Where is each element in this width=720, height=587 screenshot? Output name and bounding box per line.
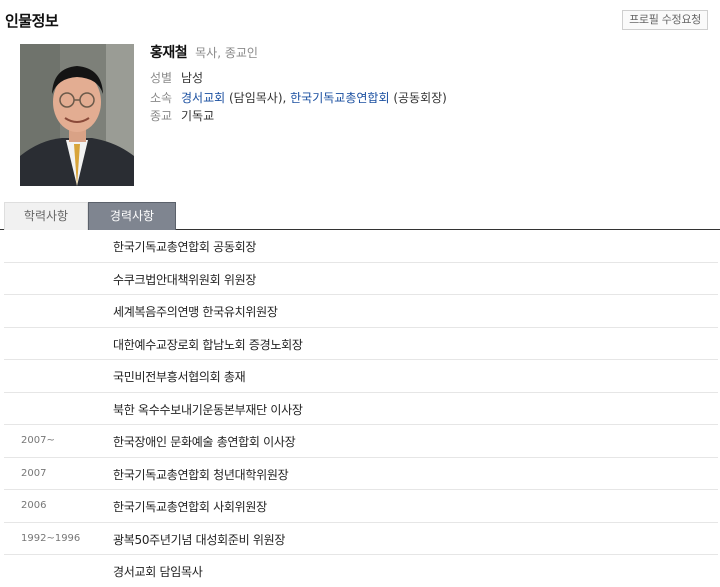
- career-text: 한국기독교총연합회 청년대학위원장: [113, 467, 289, 482]
- portrait-image: [20, 44, 134, 186]
- page-title: 인물정보: [5, 12, 59, 30]
- tab-career[interactable]: 경력사항: [88, 202, 176, 230]
- affiliation-row: 소속 경서교회 (담임목사), 한국기독교총연합회 (공동회장): [150, 89, 447, 106]
- career-row: 세계복음주의연맹 한국유치위원장: [4, 295, 718, 328]
- career-row: 2007 한국기독교총연합회 청년대학위원장: [4, 458, 718, 490]
- affiliation-label: 소속: [150, 91, 173, 105]
- gender-label: 성별: [150, 71, 173, 85]
- career-row: 한국기독교총연합회 공동회장: [4, 230, 718, 263]
- career-text: 세계복음주의연맹 한국유치위원장: [113, 305, 278, 319]
- career-row: 국민비전부흥서협의회 총재: [4, 360, 718, 393]
- header: 인물정보 프로필 수정요청: [0, 0, 720, 40]
- career-text: 국민비전부흥서협의회 총재: [113, 370, 246, 384]
- profile-tabs: 학력사항 경력사항: [0, 202, 720, 230]
- tab-education[interactable]: 학력사항: [4, 202, 88, 230]
- profile-edit-request-button[interactable]: 프로필 수정요청: [622, 10, 708, 30]
- career-list: 한국기독교총연합회 공동회장 수쿠크법안대책위원회 위원장 세계복음주의연맹 한…: [4, 230, 718, 587]
- career-text: 한국기독교총연합회 사회위원장: [113, 500, 267, 514]
- career-text: 광복50주년기념 대성회준비 위원장: [113, 532, 286, 547]
- career-text: 한국기독교총연합회 공동회장: [113, 240, 257, 254]
- career-row: 대한예수교장로회 합남노회 증경노회장: [4, 328, 718, 360]
- career-year: 2007~: [21, 435, 55, 446]
- career-row: 북한 옥수수보내기운동본부재단 이사장: [4, 393, 718, 425]
- career-text: 수쿠크법안대책위원회 위원장: [113, 272, 257, 287]
- affiliation-link-cck[interactable]: 한국기독교총연합회: [290, 91, 389, 105]
- affiliation-link-church[interactable]: 경서교회: [181, 91, 225, 105]
- profile-photo: [20, 44, 134, 186]
- career-year: 2006: [21, 500, 47, 511]
- career-row: 1992~1996 광복50주년기념 대성회준비 위원장: [4, 523, 718, 555]
- career-text: 경서교회 담임목사: [113, 565, 203, 579]
- career-row: 2006 한국기독교총연합회 사회위원장: [4, 490, 718, 523]
- gender-value: 남성: [181, 71, 204, 85]
- career-text: 북한 옥수수보내기운동본부재단 이사장: [113, 402, 303, 417]
- religion-row: 종교 기독교: [150, 107, 214, 124]
- affiliation-cck-role: (공동회장): [389, 91, 447, 105]
- person-name: 홍재철: [150, 45, 188, 61]
- career-row: 2007~ 한국장애인 문화예술 총연합회 이사장: [4, 425, 718, 458]
- career-row: 경서교회 담임목사: [4, 555, 718, 587]
- career-text: 대한예수교장로회 합남노회 증경노회장: [113, 337, 303, 352]
- career-year: 2007: [21, 467, 47, 479]
- religion-value: 기독교: [181, 109, 215, 123]
- gender-row: 성별 남성: [150, 69, 203, 86]
- religion-label: 종교: [150, 109, 173, 123]
- career-year: 1992~1996: [21, 532, 81, 544]
- career-text: 한국장애인 문화예술 총연합회 이사장: [113, 435, 296, 449]
- career-row: 수쿠크법안대책위원회 위원장: [4, 263, 718, 295]
- person-role: 목사, 종교인: [195, 46, 258, 60]
- affiliation-church-role: (담임목사),: [225, 91, 291, 105]
- name-line: 홍재철 목사, 종교인: [150, 42, 258, 62]
